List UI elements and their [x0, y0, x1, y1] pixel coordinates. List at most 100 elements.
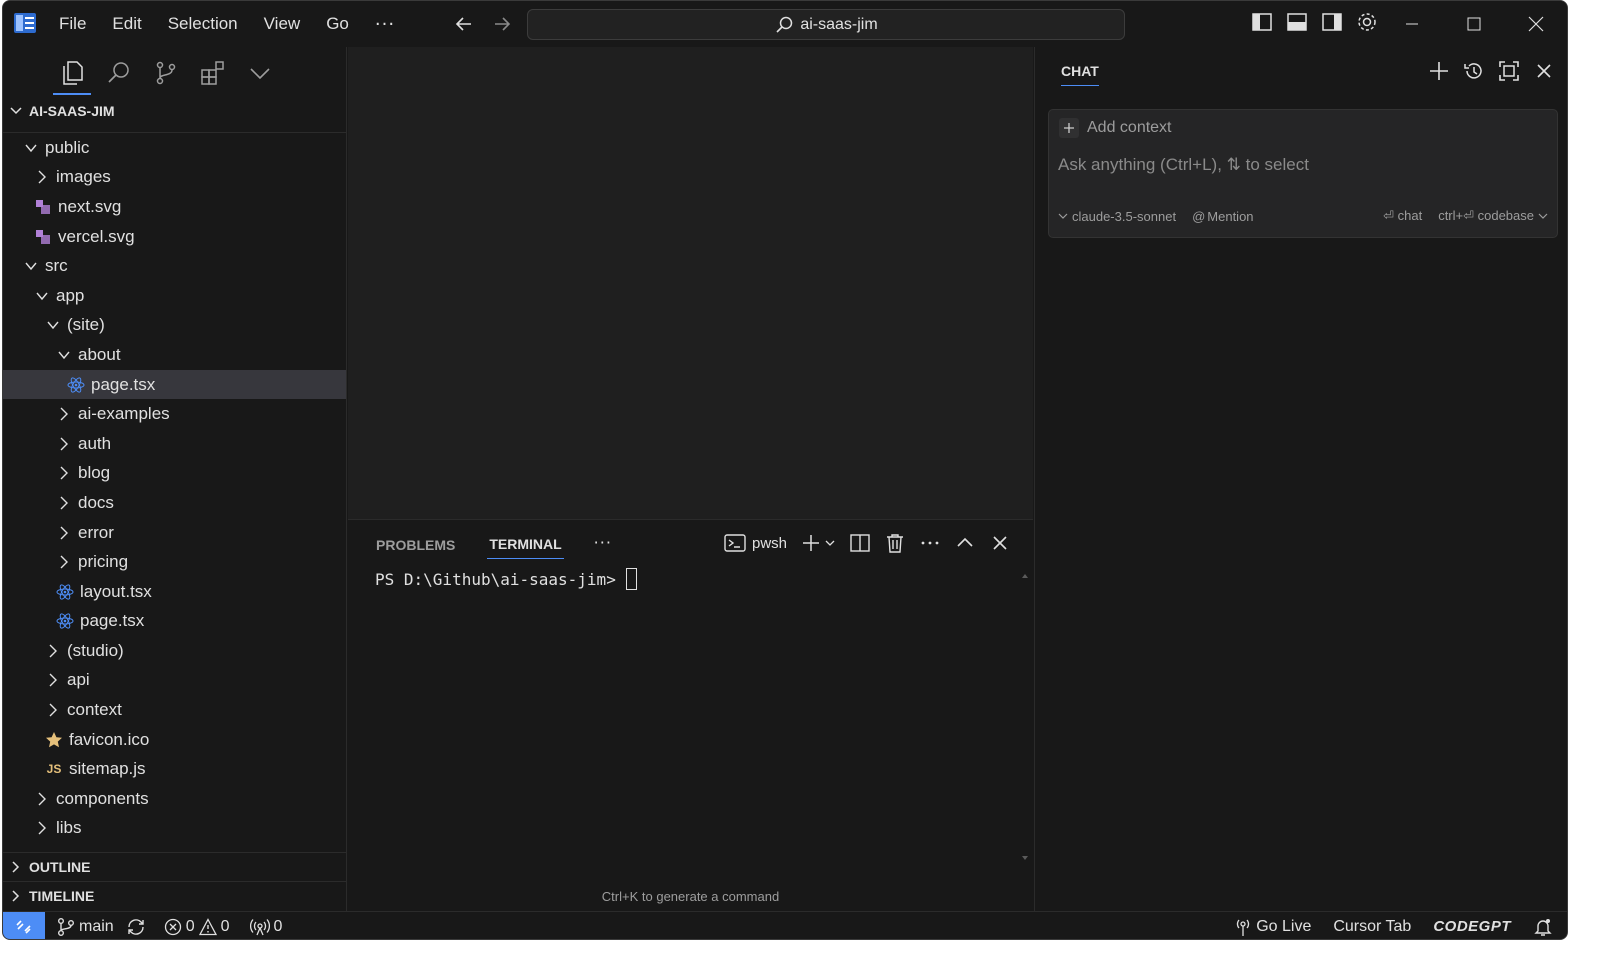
tab-terminal[interactable]: TERMINAL [487, 532, 564, 559]
new-chat-icon[interactable] [1428, 60, 1450, 82]
chevron-down-icon [25, 262, 37, 271]
tree-folder[interactable]: public [3, 133, 346, 163]
tab-problems[interactable]: PROBLEMS [374, 533, 457, 559]
toggle-panel-icon[interactable] [1286, 11, 1308, 33]
back-arrow-icon[interactable] [453, 13, 475, 35]
maximize-panel-icon[interactable] [954, 532, 976, 554]
explorer-root-header[interactable]: AI-SAAS-JIM [3, 97, 346, 125]
toggle-primary-sidebar-icon[interactable] [1251, 11, 1273, 33]
trash-icon[interactable] [884, 532, 906, 554]
menu-more-button[interactable]: ··· [375, 14, 395, 35]
tree-item-label: auth [78, 433, 112, 453]
tree-folder[interactable]: (studio) [3, 636, 346, 666]
model-selector[interactable]: claude-3.5-sonnet [1058, 209, 1176, 224]
tree-item-label: public [45, 137, 90, 157]
tree-folder[interactable]: docs [3, 488, 346, 518]
tree-file[interactable]: page.tsx [3, 369, 346, 400]
terminal-cursor [625, 568, 637, 590]
menu-edit[interactable]: Edit [112, 14, 141, 34]
menu-selection[interactable]: Selection [168, 14, 238, 34]
ports-indicator[interactable]: 0 [249, 918, 282, 936]
chat-input-box[interactable]: Add context Ask anything (Ctrl+L), ⇅ to … [1048, 109, 1558, 238]
close-chat-icon[interactable] [1533, 60, 1555, 82]
chevron-right-icon [49, 703, 57, 717]
close-window-button[interactable] [1505, 1, 1567, 47]
cursor-tab-button[interactable]: Cursor Tab [1333, 918, 1411, 936]
tree-folder[interactable]: pricing [3, 547, 346, 577]
chevron-right-icon [38, 792, 46, 806]
source-control-tab[interactable] [153, 53, 179, 93]
command-center-search[interactable]: ai-saas-jim [527, 9, 1125, 40]
mention-button[interactable]: @ Mention [1192, 209, 1253, 224]
tree-folder[interactable]: ai-examples [3, 399, 346, 429]
tree-file[interactable]: favicon.ico [3, 725, 346, 755]
tree-folder[interactable]: src [3, 251, 346, 281]
add-context-button[interactable]: Add context [1059, 118, 1172, 138]
problems-indicator[interactable]: 0 0 [164, 918, 230, 936]
git-branch[interactable]: main [57, 917, 114, 937]
chat-input-placeholder[interactable]: Ask anything (Ctrl+L), ⇅ to select [1058, 155, 1309, 175]
chevron-right-icon [60, 555, 68, 569]
extensions-icon [201, 61, 224, 85]
scroll-up-arrow-icon[interactable] [1021, 572, 1029, 580]
close-panel-icon[interactable] [989, 532, 1011, 554]
tree-folder[interactable]: auth [3, 429, 346, 459]
new-terminal-icon[interactable] [800, 532, 836, 554]
editor-area[interactable] [348, 47, 1033, 519]
explorer-tab[interactable] [53, 53, 91, 95]
tree-folder[interactable]: about [3, 340, 346, 370]
chat-sidebar: CHAT Add context Ask anything (Ctrl+L), … [1034, 47, 1567, 911]
tree-item-label: (studio) [67, 640, 124, 660]
expand-chat-icon[interactable] [1498, 60, 1520, 82]
terminal-shell-selector[interactable]: pwsh [724, 533, 787, 553]
forward-arrow-icon[interactable] [491, 13, 513, 35]
panel-more-button[interactable]: ··· [594, 533, 612, 552]
tree-folder[interactable]: error [3, 518, 346, 548]
tree-file[interactable]: vercel.svg [3, 222, 346, 252]
split-terminal-icon[interactable] [849, 532, 871, 554]
menu-view[interactable]: View [264, 14, 301, 34]
minimize-button[interactable] [1381, 1, 1443, 47]
tree-item-label: error [78, 522, 114, 542]
timeline-section[interactable]: TIMELINE [3, 881, 346, 910]
scroll-down-arrow-icon[interactable] [1021, 854, 1029, 862]
terminal-output[interactable]: PS D:\Github\ai-saas-jim> [375, 568, 637, 590]
tree-item-label: favicon.ico [69, 729, 150, 749]
menu-go[interactable]: Go [326, 14, 349, 34]
remote-indicator[interactable] [3, 911, 45, 939]
tree-folder[interactable]: blog [3, 459, 346, 489]
more-views-tab[interactable] [247, 53, 273, 93]
maximize-button[interactable] [1443, 1, 1505, 47]
tree-folder[interactable]: libs [3, 814, 346, 844]
error-count: 0 [185, 917, 195, 935]
outline-section[interactable]: OUTLINE [3, 852, 346, 881]
tree-file[interactable]: JS sitemap.js [3, 754, 346, 784]
codebase-submit-shortcut[interactable]: ctrl+⏎ codebase [1438, 208, 1548, 224]
tree-folder[interactable]: app [3, 281, 346, 311]
tree-folder[interactable]: api [3, 666, 346, 696]
react-file-icon [56, 612, 74, 630]
tree-item-label: sitemap.js [69, 759, 146, 779]
extensions-tab[interactable] [200, 53, 226, 93]
status-right: Go Live Cursor Tab CODEGPT [1222, 917, 1567, 937]
notifications-bell-icon[interactable] [1533, 917, 1553, 937]
file-tree: public images next.svg vercel.svg src app (sit… [3, 132, 346, 850]
settings-gear-icon[interactable] [1356, 11, 1378, 33]
tree-folder[interactable]: (site) [3, 311, 346, 341]
history-icon[interactable] [1463, 60, 1485, 82]
tree-folder[interactable]: components [3, 784, 346, 814]
tree-folder[interactable]: images [3, 163, 346, 193]
toggle-secondary-sidebar-icon[interactable] [1321, 11, 1343, 33]
chat-submit-shortcut[interactable]: ⏎ chat [1383, 208, 1422, 224]
more-actions-icon[interactable] [919, 532, 941, 554]
tree-folder[interactable]: context [3, 695, 346, 725]
search-tab[interactable] [106, 53, 132, 93]
tree-file[interactable]: page.tsx [3, 607, 346, 637]
menu-file[interactable]: File [59, 14, 86, 34]
tree-file[interactable]: next.svg [3, 192, 346, 222]
go-live-button[interactable]: Go Live [1234, 917, 1311, 937]
warning-icon [198, 917, 217, 935]
tree-file[interactable]: layout.tsx [3, 577, 346, 607]
codegpt-button[interactable]: CODEGPT [1433, 918, 1511, 935]
sync-button[interactable] [126, 917, 146, 937]
